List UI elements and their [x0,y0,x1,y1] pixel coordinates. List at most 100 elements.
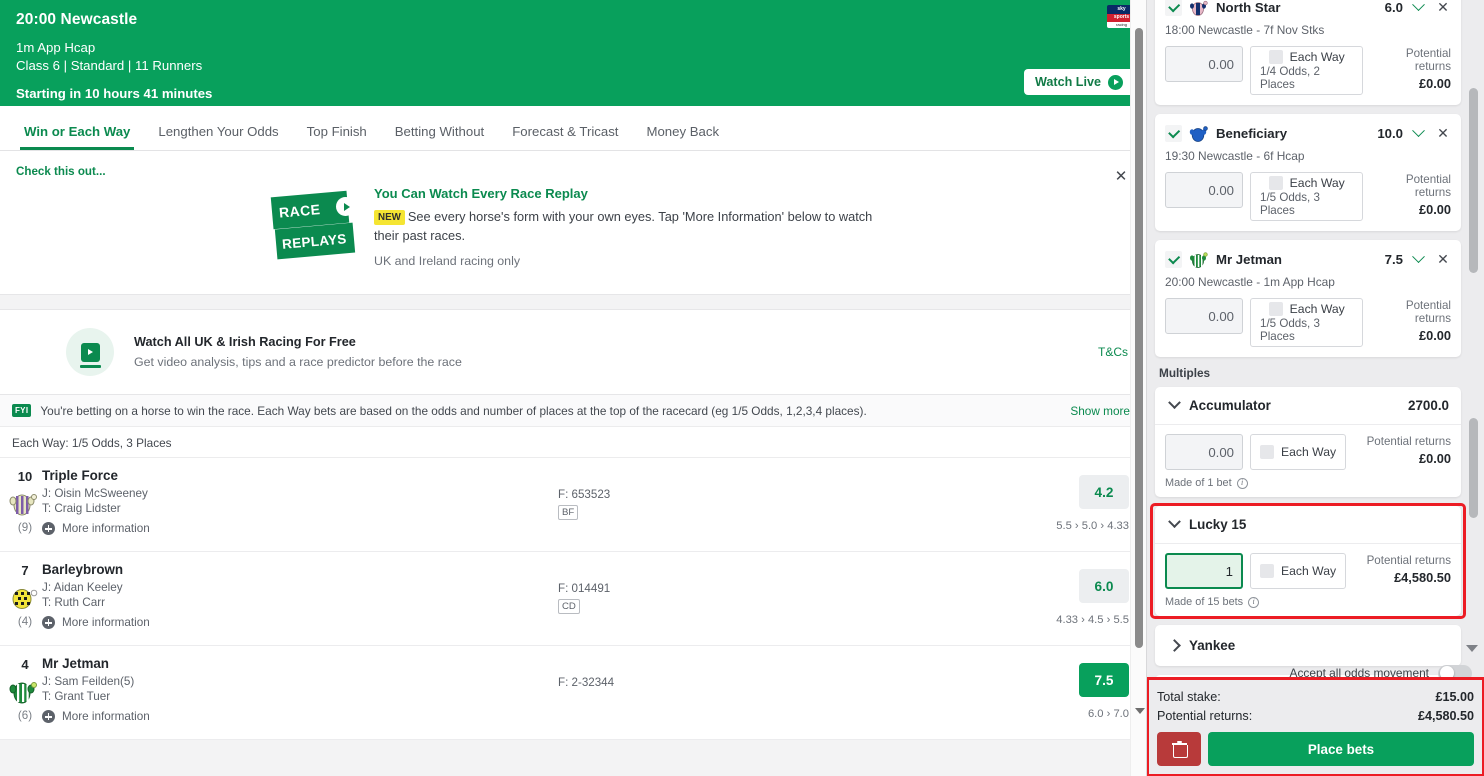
watch-live-label: Watch Live [1034,75,1101,89]
each-way-checkbox[interactable] [1268,176,1283,190]
chevron-down-icon[interactable] [1412,123,1425,137]
remove-selection-button[interactable]: ✕ [1435,0,1451,16]
silk-icon [1190,0,1208,16]
runner-form: F: 014491 [558,582,611,595]
each-way-checkbox[interactable] [1260,564,1274,578]
chevron-down-icon[interactable] [1168,396,1181,410]
each-way-label: Each Way [1281,445,1337,459]
selection-checkbox[interactable] [1165,0,1182,16]
scroll-down-arrow-icon[interactable] [1135,708,1145,714]
each-way-option[interactable]: Each Way 1/5 Odds, 3 Places [1250,298,1364,347]
race-header: 20:00 Newcastle 1m App Hcap Class 6 | St… [0,0,1146,106]
betslip-footer: Total stake: £15.00 Potential returns: £… [1147,677,1484,776]
silk-icon [12,589,38,609]
selection-checkbox[interactable] [1165,124,1182,142]
betslip-selection: North Star 6.0 ✕ 18:00 Newcastle - 7f No… [1155,0,1461,105]
silk-icon [9,494,37,516]
watch-live-button[interactable]: Watch Live [1023,69,1134,95]
each-way-checkbox[interactable] [1268,50,1283,64]
clear-betslip-button[interactable] [1157,732,1201,766]
selection-meta: 19:30 Newcastle - 6f Hcap [1165,149,1305,163]
each-way-terms: 1/5 Odds, 3 Places [1260,317,1320,343]
stake-input[interactable] [1165,298,1243,334]
odds-history: 6.0 › 7.0 [1087,708,1129,720]
scrollbar-thumb[interactable] [1135,28,1143,648]
multiple-name: Accumulator [1189,398,1271,413]
selection-checkbox[interactable] [1165,250,1182,268]
betslip-scrollbar[interactable] [1469,88,1478,636]
info-icon[interactable]: i [1248,596,1260,608]
table-row[interactable]: 10 Triple Force J: Oisin McSweeney T: Cr… [0,458,1146,552]
more-information-button[interactable]: More information [42,710,150,723]
returns-value: £0.00 [1418,328,1451,343]
potential-returns-row: Potential returns: £4,580.50 [1157,706,1474,725]
odds-history: 5.5 › 5.0 › 4.33 [1056,520,1129,532]
race-details: Class 6 | Standard | 11 Runners [16,58,203,74]
remove-selection-button[interactable]: ✕ [1435,125,1451,142]
chevron-down-icon[interactable] [1412,249,1425,263]
each-way-checkbox[interactable] [1268,302,1283,316]
chevron-right-icon[interactable] [1168,639,1181,652]
more-information-button[interactable]: More information [42,616,150,629]
jockey: J: Sam Feilden(5) [42,675,135,688]
lucky15-header[interactable]: Lucky 15 [1155,506,1461,544]
race-replays-badge: RACE REPLAYS [270,190,356,262]
tab-win-or-each-way[interactable]: Win or Each Way [10,124,144,150]
chevron-down-icon[interactable] [1168,515,1181,529]
returns-label: Potential returns [1366,554,1451,567]
tab-betting-without[interactable]: Betting Without [381,124,498,150]
tab-forecast-tricast[interactable]: Forecast & Tricast [498,124,632,150]
odds-button[interactable]: 4.2 [1079,475,1129,509]
page-scrollbar[interactable] [1130,0,1146,776]
each-way-label: Each Way [1289,176,1345,190]
stake-input[interactable] [1165,434,1243,470]
each-way-option[interactable]: Each Way [1250,553,1347,589]
tab-lengthen-your-odds[interactable]: Lengthen Your Odds [144,124,292,150]
info-icon[interactable]: i [1236,477,1248,489]
selection-name: Mr Jetman [1216,251,1282,267]
table-row[interactable]: 4 Mr Jetman J: Sam Feilden(5) T: Grant T… [0,646,1146,740]
odds-button[interactable]: 6.0 [1079,569,1129,603]
table-row[interactable]: 7 Barleybrown J: Aidan Keeley T: Ruth Ca… [0,552,1146,646]
stake-input[interactable] [1165,46,1243,82]
tab-top-finish[interactable]: Top Finish [293,124,381,150]
fyi-icon: FYI [12,404,32,417]
scrollbar-thumb-lower[interactable] [1469,418,1478,518]
returns-label: Potential returns [1366,435,1451,448]
runner-name: Triple Force [42,468,118,483]
multiple-name: Yankee [1189,638,1236,653]
fyi-text: You're betting on a horse to win the rac… [40,403,867,418]
returns-label: Potential returns [1405,299,1451,325]
stake-input[interactable] [1165,172,1243,208]
odds-button[interactable]: 7.5 [1079,663,1129,697]
each-way-terms: Each Way: 1/5 Odds, 3 Places [0,427,1146,458]
tab-money-back[interactable]: Money Back [632,124,733,150]
each-way-option[interactable]: Each Way 1/4 Odds, 2 Places [1250,46,1364,95]
stake-input[interactable] [1165,553,1243,589]
more-information-button[interactable]: More information [42,522,150,535]
runner-connections: J: Sam Feilden(5) T: Grant Tuer [42,674,134,705]
watch-free-card[interactable]: Watch All UK & Irish Racing For Free Get… [0,309,1146,395]
scrollbar-thumb[interactable] [1469,88,1478,273]
potential-returns-label: Potential returns: [1157,708,1253,723]
place-bets-button[interactable]: Place bets [1208,732,1474,766]
play-icon [1108,74,1123,90]
each-way-option[interactable]: Each Way 1/5 Odds, 3 Places [1250,172,1364,221]
returns-label: Potential returns [1405,173,1451,199]
each-way-option[interactable]: Each Way [1250,434,1347,470]
scroll-down-arrow-icon[interactable] [1466,645,1478,652]
selection-odds: 10.0 [1377,125,1403,141]
close-icon[interactable]: ✕ [1110,165,1132,187]
returns-label: Potential returns [1405,47,1451,73]
accumulator-header[interactable]: Accumulator 2700.0 [1155,387,1461,425]
tcs-link[interactable]: T&Cs [1098,345,1128,359]
made-of-label: Made of 1 bet [1165,477,1232,489]
show-more-link[interactable]: Show more [1070,404,1130,418]
returns-value: £4,580.50 [1394,570,1451,585]
accept-odds-movement-toggle[interactable] [1438,664,1472,682]
each-way-checkbox[interactable] [1260,445,1274,459]
chevron-down-icon[interactable] [1412,0,1425,11]
promo-description-text: See every horse's form with your own eye… [374,209,873,244]
multiple-odds: 2700.0 [1408,398,1449,413]
remove-selection-button[interactable]: ✕ [1435,251,1451,268]
